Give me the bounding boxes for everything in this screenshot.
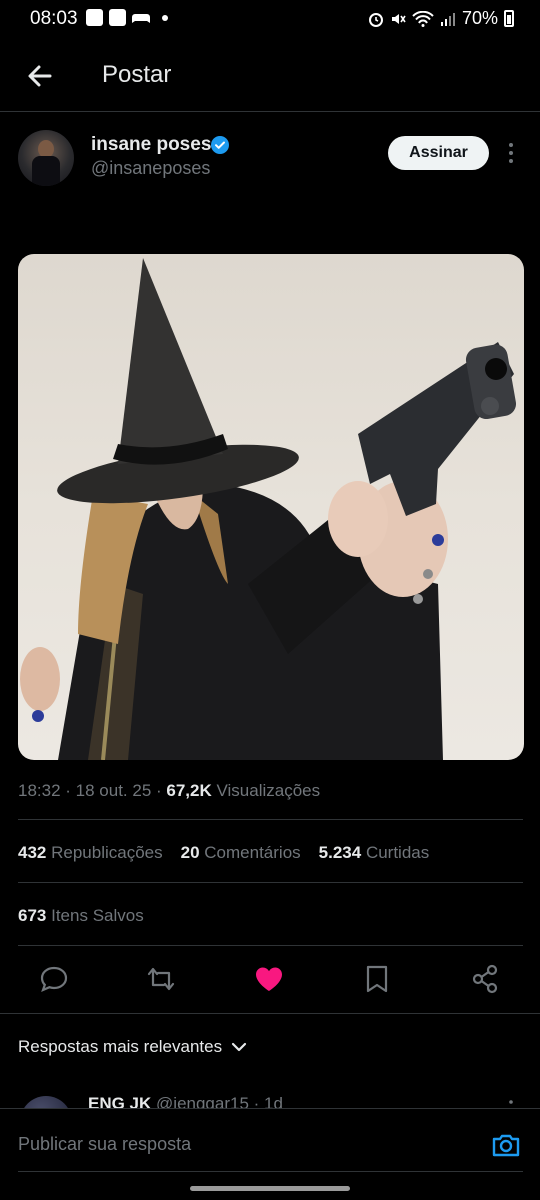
divider [18, 945, 523, 946]
divider [18, 819, 523, 820]
status-bar: 08:03 70% [0, 0, 540, 38]
views-label[interactable]: Visualizações [217, 781, 321, 800]
notification-icons [86, 9, 168, 26]
more-options-icon[interactable] [500, 140, 522, 166]
replies-sort-dropdown[interactable]: Respostas mais relevantes [18, 1037, 248, 1057]
arrow-left-icon[interactable] [22, 58, 58, 94]
like-icon[interactable] [252, 962, 286, 996]
battery-percent: 70% [461, 8, 498, 28]
divider [18, 882, 523, 883]
reply-input[interactable]: Publicar sua resposta [18, 1134, 191, 1155]
status-time: 08:03 [30, 8, 78, 29]
input-underline [18, 1171, 523, 1172]
post-meta: 18:32 · 18 out. 25 · 67,2K Visualizações [18, 781, 320, 801]
verified-badge-icon [211, 136, 229, 154]
page-title: Postar [102, 61, 172, 88]
post-stats: 432 Republicações 20 Comentários 5.234 C… [18, 843, 429, 863]
battery-icon [504, 10, 514, 27]
post-date: 18 out. 25 [75, 781, 152, 800]
likes-stat[interactable]: 5.234 Curtidas [319, 843, 430, 863]
meta-separator: · [151, 781, 167, 800]
mute-icon [391, 13, 406, 24]
witch-with-pistol-photo [20, 258, 517, 760]
post-time: 18:32 [18, 781, 61, 800]
system-icons: 70% [368, 8, 514, 29]
meta-separator: · [60, 781, 76, 800]
post-image[interactable] [18, 254, 524, 760]
views-count[interactable]: 67,2K [166, 781, 211, 800]
game-controller-icon [132, 13, 150, 23]
more-notifications-dot [162, 14, 168, 21]
repost-icon[interactable] [144, 962, 178, 996]
comments-stat[interactable]: 20 Comentários [181, 843, 301, 863]
chevron-down-icon [231, 1042, 247, 1052]
divider [0, 1013, 540, 1014]
gallery-notification-icon [86, 9, 103, 26]
app-notification-icon [109, 9, 126, 26]
alarm-icon [368, 12, 383, 27]
author-name[interactable]: insane poses [91, 134, 211, 156]
bookmark-icon[interactable] [360, 962, 394, 996]
wifi-icon [412, 10, 434, 27]
author-avatar[interactable] [18, 130, 74, 186]
post-header: Postar [0, 44, 540, 112]
author-handle[interactable]: @insaneposes [91, 158, 210, 179]
home-indicator[interactable] [190, 1186, 350, 1191]
reply-icon[interactable] [37, 962, 71, 996]
reposts-stat[interactable]: 432 Republicações [18, 843, 163, 863]
signal-icon [440, 12, 455, 26]
sort-label: Respostas mais relevantes [18, 1037, 223, 1056]
saved-stat[interactable]: 673 Itens Salvos [18, 906, 144, 926]
camera-icon[interactable] [490, 1129, 522, 1161]
share-icon[interactable] [468, 962, 502, 996]
subscribe-button[interactable]: Assinar [388, 136, 489, 170]
